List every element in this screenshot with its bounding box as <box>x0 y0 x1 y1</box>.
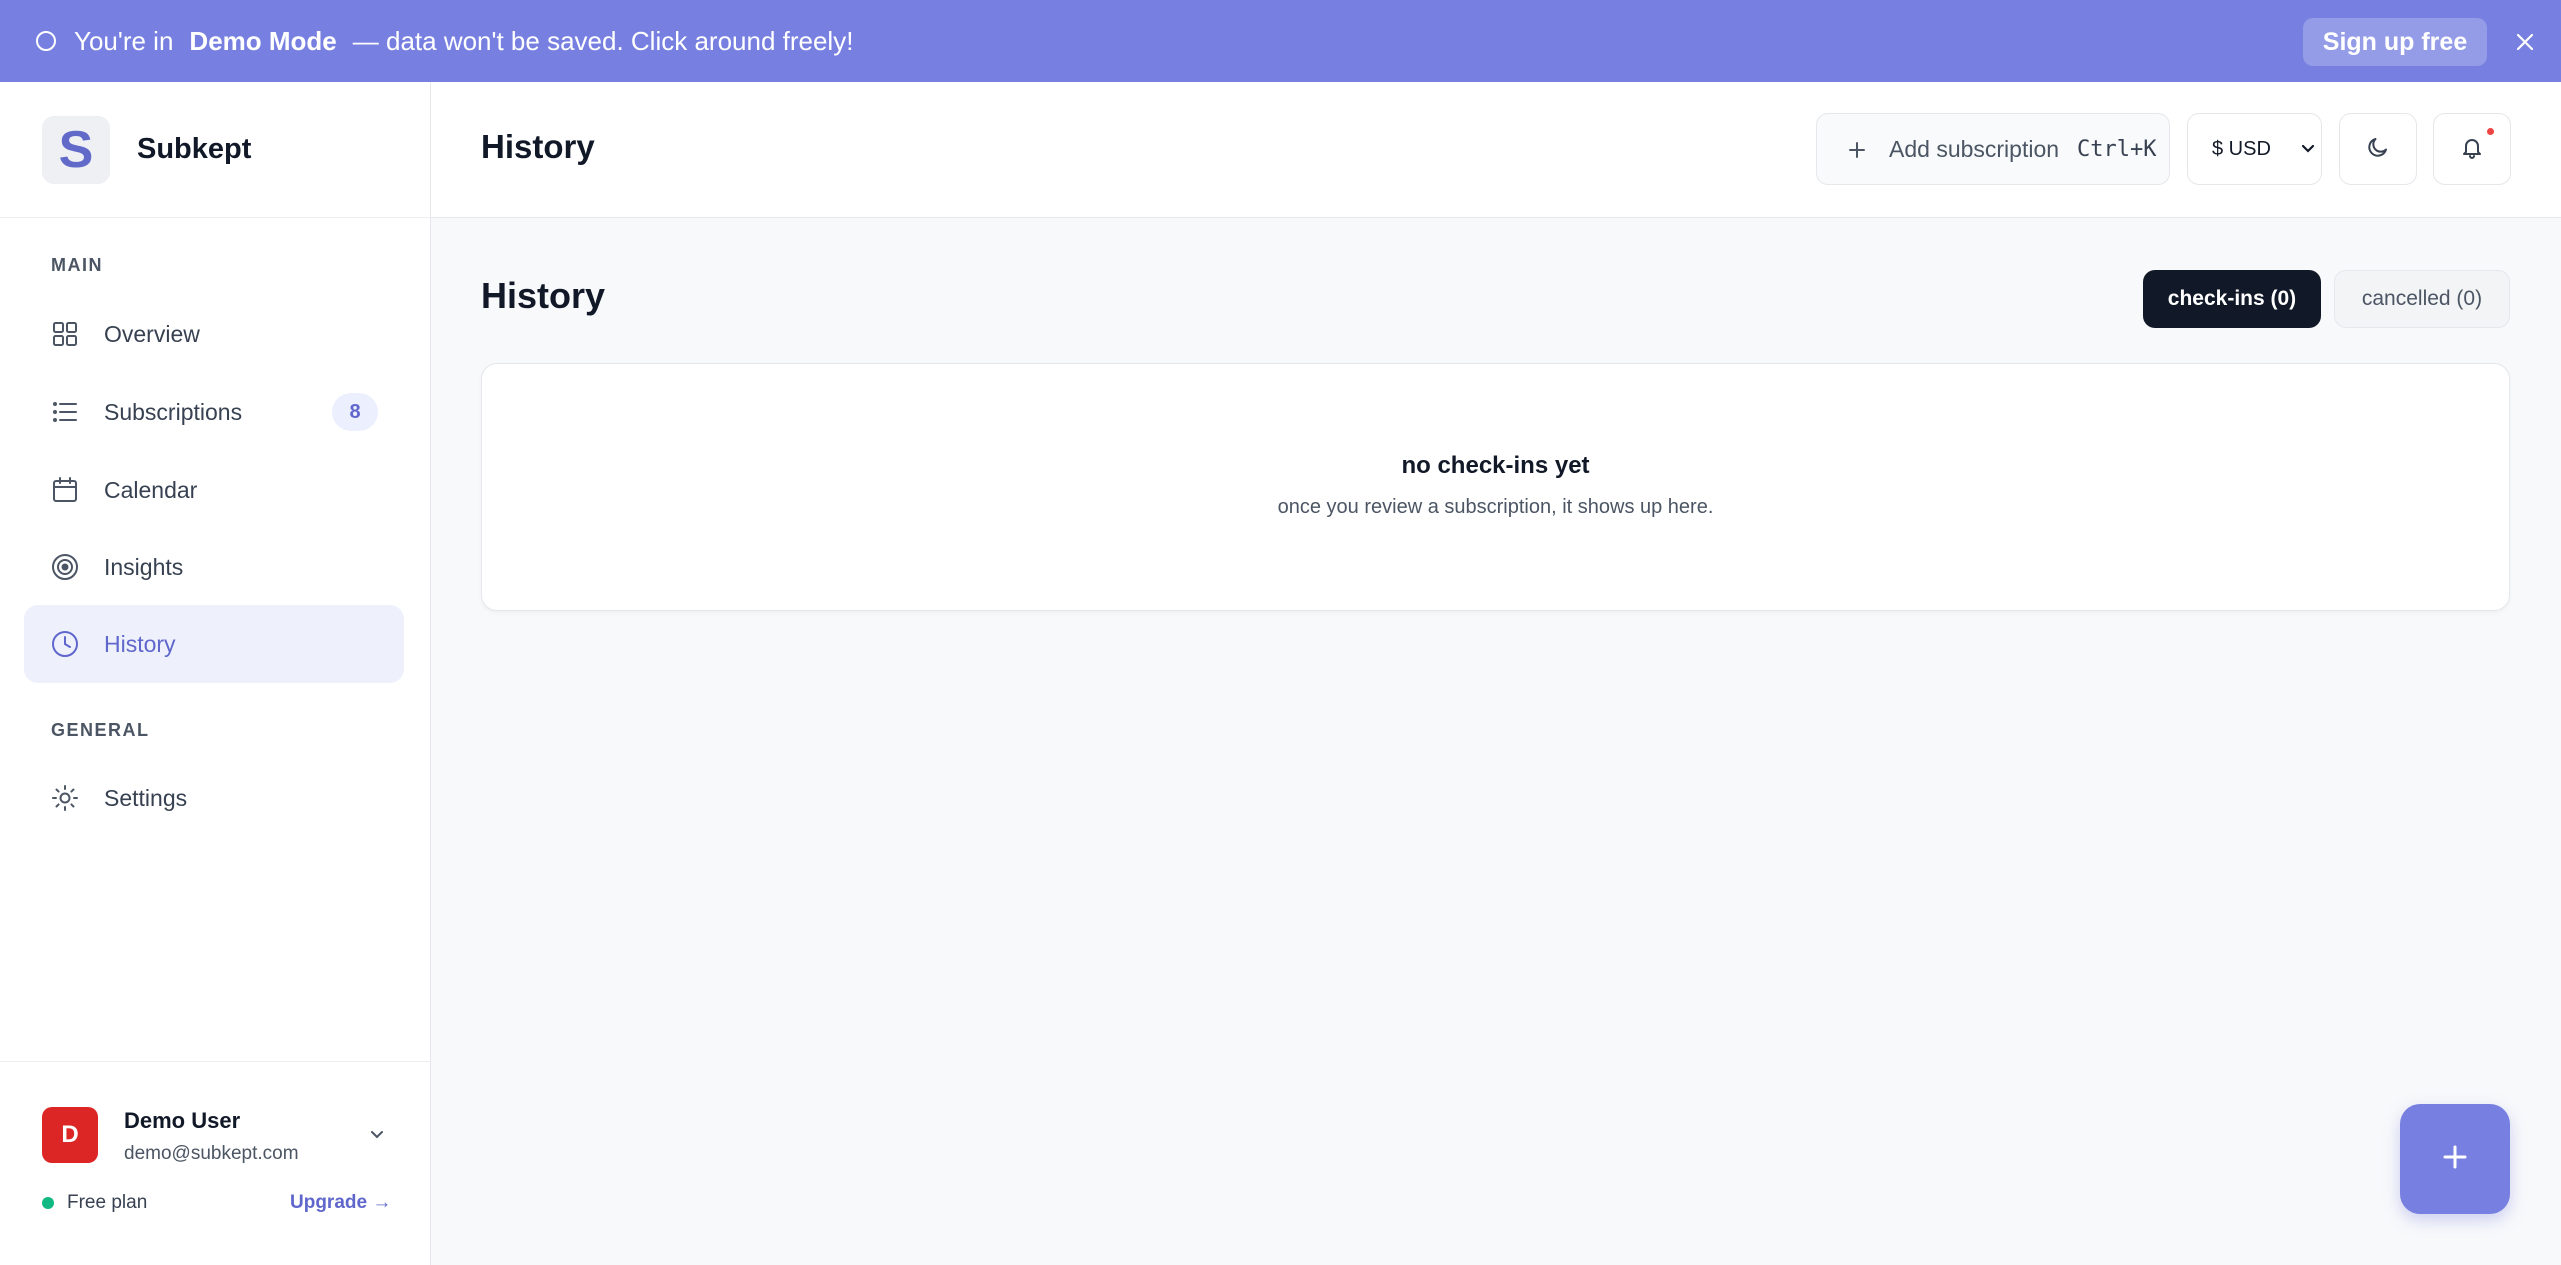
upgrade-link[interactable]: Upgrade → <box>290 1192 391 1214</box>
empty-state-subtitle: once you review a subscription, it shows… <box>1277 496 1714 518</box>
circle-icon <box>36 31 56 51</box>
add-subscription-label: Add subscription <box>1889 135 2060 162</box>
sign-up-button[interactable]: Sign up free <box>2303 18 2487 66</box>
close-banner-icon[interactable] <box>2505 22 2545 62</box>
plus-icon <box>2437 1139 2473 1180</box>
sidebar: S Subkept MAIN Overview Subscriptions 8 … <box>0 82 431 1265</box>
page-title: History <box>481 128 595 165</box>
plan-label: Free plan <box>67 1192 148 1213</box>
target-icon <box>50 552 80 582</box>
sidebar-item-label: Subscriptions <box>104 398 243 425</box>
add-fab-button[interactable] <box>2400 1104 2510 1214</box>
sidebar-item-subscriptions[interactable]: Subscriptions 8 <box>24 373 404 451</box>
chevron-down-icon <box>2298 139 2318 159</box>
user-name: Demo User <box>124 1108 241 1133</box>
user-email: demo@subkept.com <box>124 1143 299 1164</box>
tab-cancelled[interactable]: cancelled (0) <box>2334 270 2510 328</box>
tab-check-ins[interactable]: check-ins (0) <box>2143 270 2321 328</box>
sidebar-item-insights[interactable]: Insights <box>24 528 404 606</box>
banner-mode: Demo Mode <box>189 25 337 56</box>
chevron-down-icon[interactable] <box>366 1124 388 1146</box>
add-subscription-button[interactable]: Add subscription Ctrl+K <box>1816 113 2170 185</box>
top-header: History Add subscription Ctrl+K $ USD <box>431 82 2561 218</box>
sidebar-item-label: Calendar <box>104 476 198 503</box>
logo: S <box>42 115 110 184</box>
keyboard-shortcut: Ctrl+K <box>2077 136 2157 162</box>
list-icon <box>50 397 80 427</box>
demo-message: You're in Demo Mode — data won't be save… <box>74 26 853 57</box>
currency-value: $ USD <box>2212 137 2271 160</box>
theme-toggle-button[interactable] <box>2339 113 2417 185</box>
clock-icon <box>50 629 80 659</box>
brand[interactable]: S Subkept <box>0 82 430 218</box>
notifications-button[interactable] <box>2433 113 2511 185</box>
banner-suffix: — data won't be saved. Click around free… <box>352 25 854 56</box>
sidebar-item-calendar[interactable]: Calendar <box>24 451 404 529</box>
user-menu[interactable]: D Demo User demo@subkept.com Free plan U… <box>0 1061 430 1265</box>
sun-gear-icon <box>50 783 80 813</box>
sidebar-item-overview[interactable]: Overview <box>24 295 404 373</box>
calendar-icon <box>50 475 80 505</box>
banner-prefix: You're in <box>74 25 174 56</box>
section-label-general: GENERAL <box>51 720 150 740</box>
empty-state-title: no check-ins yet <box>1401 452 1590 479</box>
count-badge: 8 <box>332 393 378 431</box>
sidebar-item-history[interactable]: History <box>24 605 404 683</box>
sidebar-item-label: Overview <box>104 320 200 347</box>
notification-dot <box>2487 128 2494 135</box>
demo-banner: You're in Demo Mode — data won't be save… <box>0 0 2561 82</box>
avatar: D <box>42 1107 98 1163</box>
sidebar-item-label: Settings <box>104 784 188 811</box>
grid-icon <box>50 319 80 349</box>
sidebar-item-settings[interactable]: Settings <box>24 759 404 837</box>
currency-select[interactable]: $ USD <box>2187 113 2322 185</box>
bell-icon <box>2460 135 2484 164</box>
section-title: History <box>481 275 606 316</box>
moon-icon <box>2366 135 2390 164</box>
sidebar-item-label: History <box>104 630 176 657</box>
section-label-main: MAIN <box>51 255 103 275</box>
empty-state-card: no check-ins yet once you review a subsc… <box>481 363 2510 611</box>
plus-icon <box>1847 139 1867 159</box>
status-dot <box>42 1197 54 1209</box>
brand-name: Subkept <box>137 133 252 165</box>
sidebar-item-label: Insights <box>104 553 184 580</box>
